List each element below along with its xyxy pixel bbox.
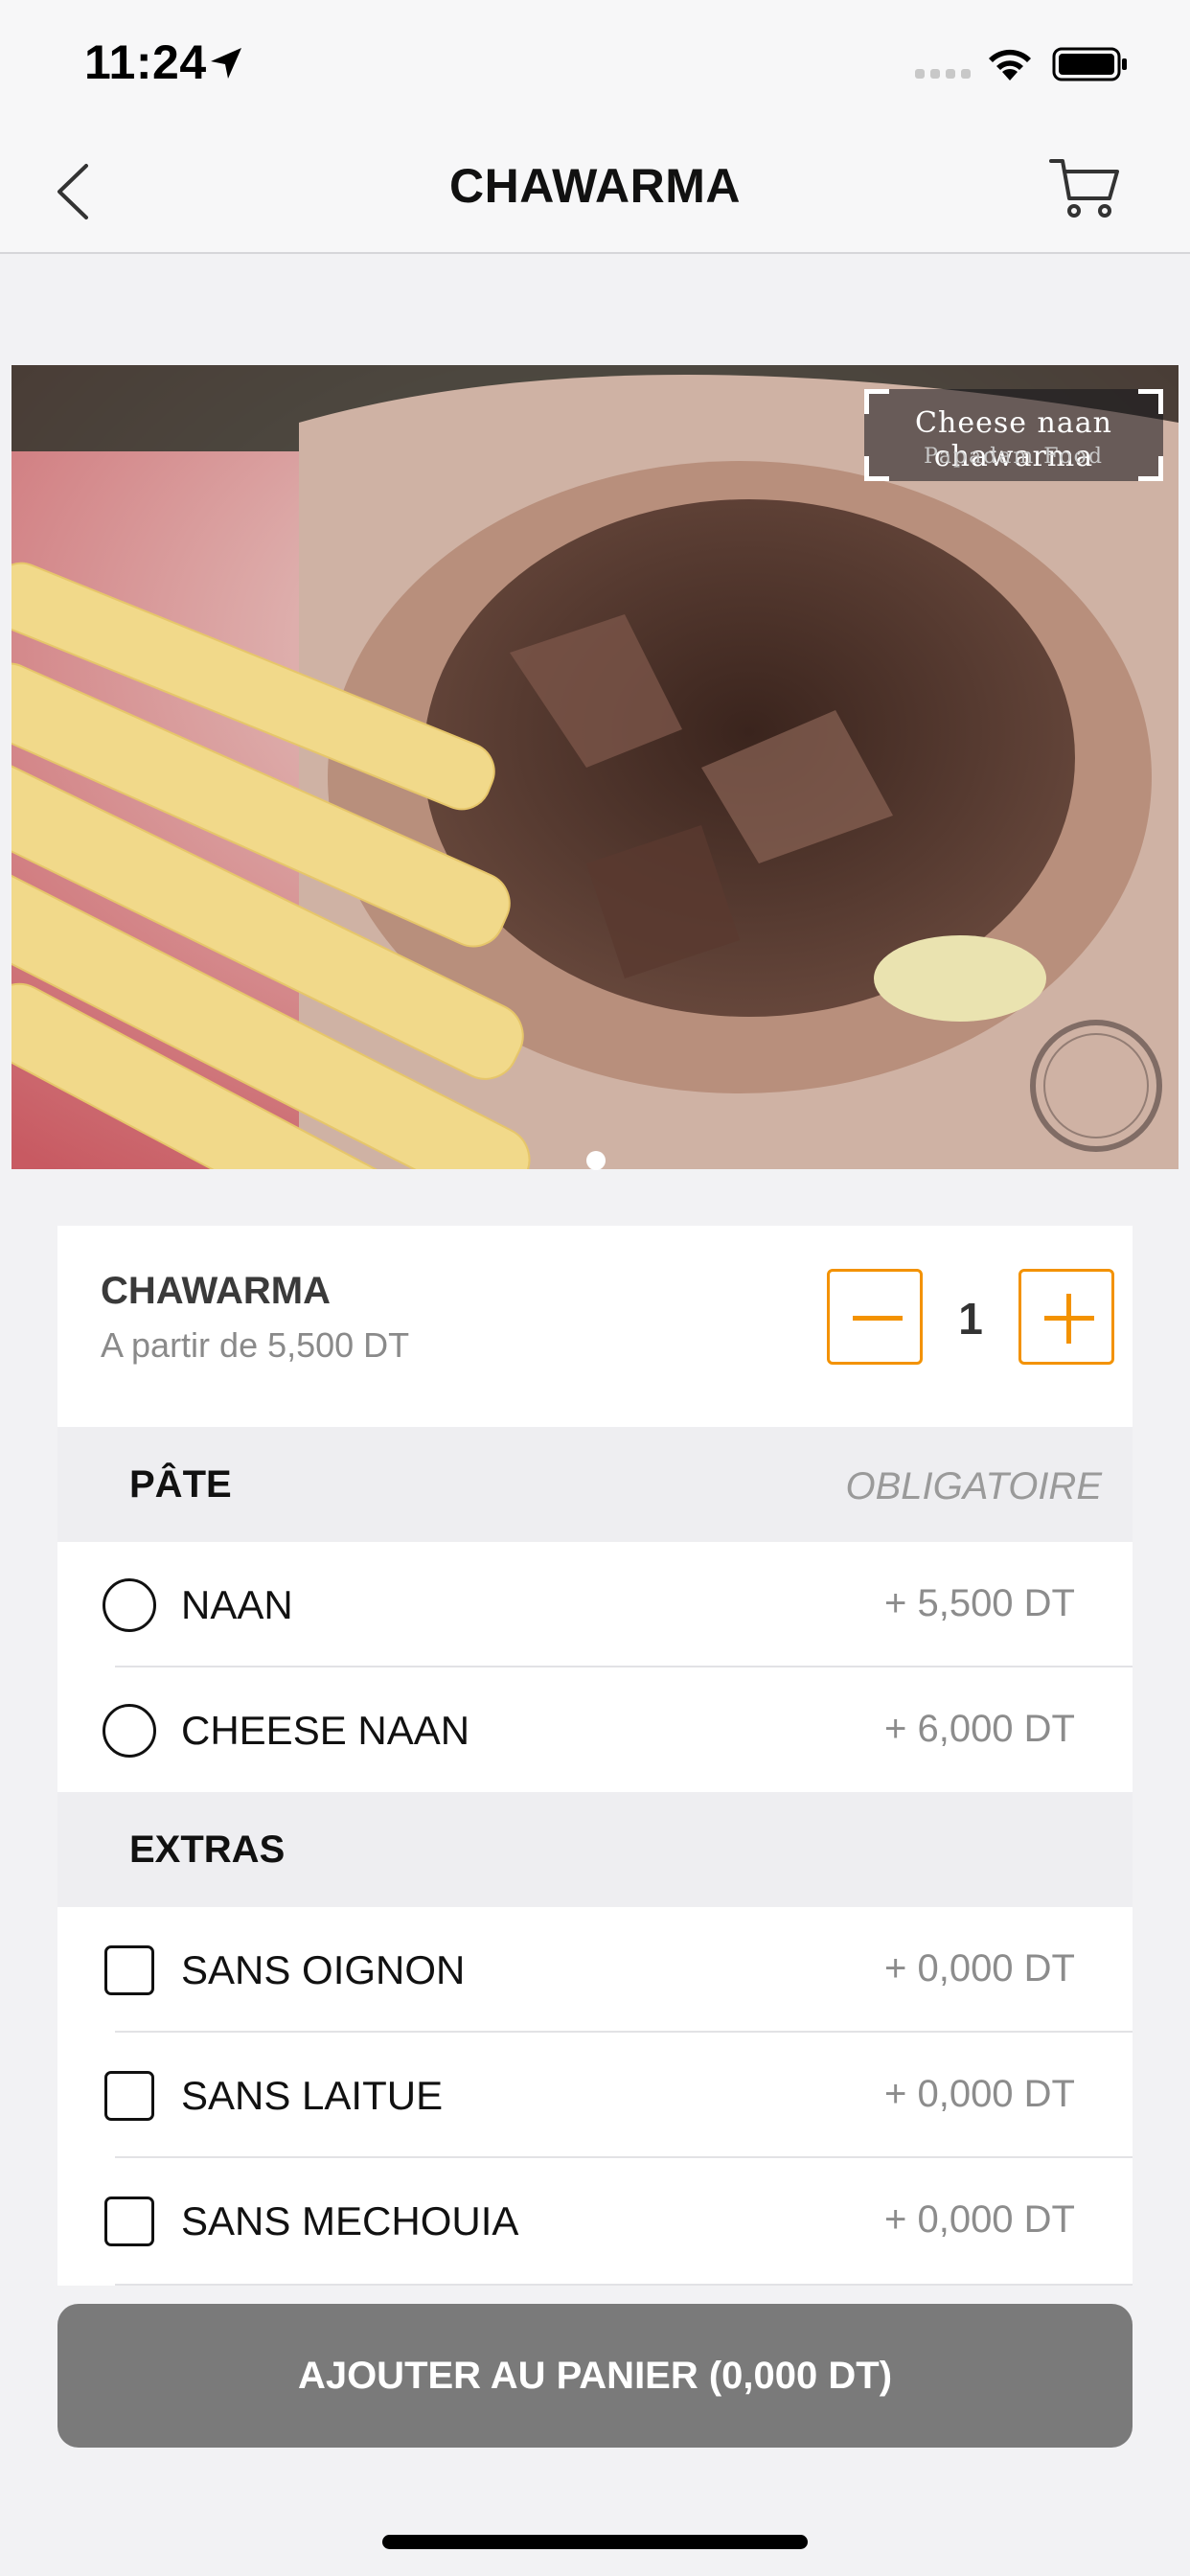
option-price: + 5,500 DT [883, 1582, 1075, 1624]
option-price: + 0,000 DT [883, 1947, 1075, 1990]
quantity-value: 1 [958, 1294, 983, 1344]
option-row-naan[interactable]: NAAN + 5,500 DT [57, 1542, 1133, 1668]
product-price: A partir de 5,500 DT [101, 1325, 410, 1365]
status-bar: 11:24 [0, 0, 1190, 129]
status-time: 11:24 [84, 35, 207, 89]
page-title: CHAWARMA [449, 159, 741, 213]
product-card: CHAWARMA A partir de 5,500 DT 1 [57, 1226, 1133, 1427]
battery-icon [1052, 47, 1127, 81]
quantity-decrement-button[interactable] [827, 1269, 923, 1365]
product-name: CHAWARMA [101, 1270, 331, 1312]
location-arrow-icon [211, 48, 241, 79]
section-header-pate: PÂTE OBLIGATOIRE [57, 1427, 1133, 1542]
nav-bar: CHAWARMA [0, 129, 1190, 254]
option-label: NAAN [181, 1582, 293, 1627]
quantity-increment-button[interactable] [1018, 1269, 1114, 1365]
option-label: SANS OIGNON [181, 1947, 466, 1992]
radio-button[interactable] [103, 1578, 156, 1632]
option-price: + 6,000 DT [883, 1708, 1075, 1750]
add-to-cart-button[interactable]: AJOUTER AU PANIER (0,000 DT) [57, 2304, 1133, 2448]
option-row-sans-mechouia[interactable]: SANS MECHOUIA + 0,000 DT [57, 2158, 1133, 2286]
minus-icon [853, 1316, 903, 1321]
divider [115, 2284, 1133, 2286]
option-label: SANS MECHOUIA [181, 2198, 519, 2243]
food-photo [11, 365, 1179, 1169]
home-indicator [382, 2535, 808, 2549]
checkbox[interactable] [104, 2196, 154, 2246]
required-label: OBLIGATOIRE [845, 1465, 1102, 1507]
option-label: CHEESE NAAN [181, 1708, 470, 1753]
option-row-sans-laitue[interactable]: SANS LAITUE + 0,000 DT [57, 2033, 1133, 2158]
option-price: + 0,000 DT [883, 2073, 1075, 2115]
section-title: PÂTE [129, 1463, 232, 1506]
image-caption: Cheese naan chawarma Papadam Food [864, 389, 1163, 481]
section-title: EXTRAS [129, 1828, 286, 1871]
product-image[interactable]: Cheese naan chawarma Papadam Food [11, 365, 1179, 1169]
checkbox[interactable] [104, 1945, 154, 1995]
radio-button[interactable] [103, 1704, 156, 1758]
option-label: SANS LAITUE [181, 2073, 444, 2118]
caption-subtitle: Papadam Food [924, 445, 1104, 469]
checkbox[interactable] [104, 2071, 154, 2121]
wifi-icon [989, 49, 1031, 80]
shopping-cart-icon[interactable] [1048, 156, 1121, 221]
section-header-extras: EXTRAS [57, 1792, 1133, 1907]
carousel-page-indicator [586, 1151, 606, 1170]
option-price: + 0,000 DT [883, 2198, 1075, 2241]
option-row-cheese-naan[interactable]: CHEESE NAAN + 6,000 DT [57, 1668, 1133, 1793]
option-row-sans-oignon[interactable]: SANS OIGNON + 0,000 DT [57, 1907, 1133, 2033]
cellular-signal-icon [915, 69, 971, 79]
